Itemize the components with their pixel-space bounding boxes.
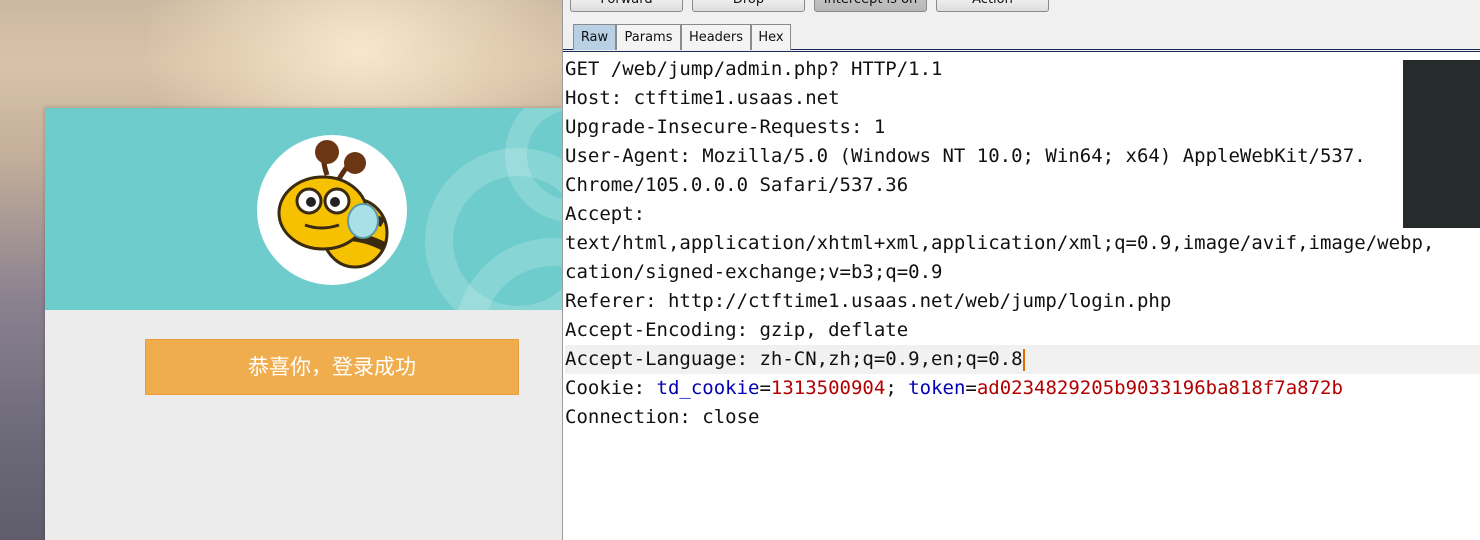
header-line-user-agent-cont: Chrome/105.0.0.0 Safari/537.36 <box>565 174 909 196</box>
header-line-accept-language: Accept-Language: zh-CN,zh;q=0.9,en;q=0.8 <box>565 345 1480 374</box>
bee-mascot-icon <box>277 140 389 269</box>
action-button[interactable]: Action <box>936 0 1049 12</box>
raw-request-editor[interactable]: GET /web/jump/admin.php? HTTP/1.1 Host: … <box>563 55 1480 540</box>
forward-button[interactable]: Forward <box>570 0 683 12</box>
header-line-user-agent: User-Agent: Mozilla/5.0 (Windows NT 10.0… <box>565 145 1366 167</box>
header-line-upgrade: Upgrade-Insecure-Requests: 1 <box>565 116 886 138</box>
header-line-accept-value: text/html,application/xhtml+xml,applicat… <box>565 232 1435 254</box>
cookie-name-token: token <box>908 377 966 399</box>
cookie-value-td-cookie: 1313500904 <box>770 377 886 399</box>
intercept-toggle-button[interactable]: Intercept is on <box>814 0 927 12</box>
header-line-accept: Accept: <box>565 203 646 225</box>
browser-page-background: 恭喜你，登录成功 <box>0 0 562 540</box>
header-line-accept-encoding: Accept-Encoding: gzip, deflate <box>565 319 909 341</box>
cookie-value-token: ad0234829205b9033196ba818f7a872b <box>976 377 1343 399</box>
header-line-connection: Connection: close <box>565 406 760 428</box>
tab-raw[interactable]: Raw <box>573 24 616 50</box>
intercept-toolbar: Forward Drop Intercept is on Action <box>563 0 1480 22</box>
tab-headers[interactable]: Headers <box>681 24 751 50</box>
text-cursor <box>1022 348 1025 371</box>
avatar <box>257 135 407 285</box>
card-header <box>45 108 562 310</box>
dark-overlay-panel <box>1403 60 1480 228</box>
header-line-cookie: Cookie: td_cookie=1313500904; token=ad02… <box>565 377 1343 399</box>
cookie-separator: ; <box>885 377 909 399</box>
tab-hex[interactable]: Hex <box>751 24 791 50</box>
header-line-accept-cont: cation/signed-exchange;v=b3;q=0.9 <box>565 261 943 283</box>
login-success-banner: 恭喜你，登录成功 <box>145 339 519 395</box>
request-line: GET /web/jump/admin.php? HTTP/1.1 <box>565 58 943 80</box>
cookie-label: Cookie: <box>565 377 657 399</box>
header-line-host: Host: ctftime1.usaas.net <box>565 87 840 109</box>
cookie-name-td-cookie: td_cookie <box>656 377 760 399</box>
login-card: 恭喜你，登录成功 <box>45 108 562 540</box>
message-view-tabs: Raw Params Headers Hex <box>563 22 1480 52</box>
drop-button[interactable]: Drop <box>692 0 805 12</box>
tab-params[interactable]: Params <box>616 24 681 50</box>
header-line-referer: Referer: http://ctftime1.usaas.net/web/j… <box>565 290 1172 312</box>
accept-language-text: Accept-Language: zh-CN,zh;q=0.9,en;q=0.8 <box>565 348 1023 370</box>
burp-proxy-panel: Forward Drop Intercept is on Action Raw … <box>562 0 1480 540</box>
